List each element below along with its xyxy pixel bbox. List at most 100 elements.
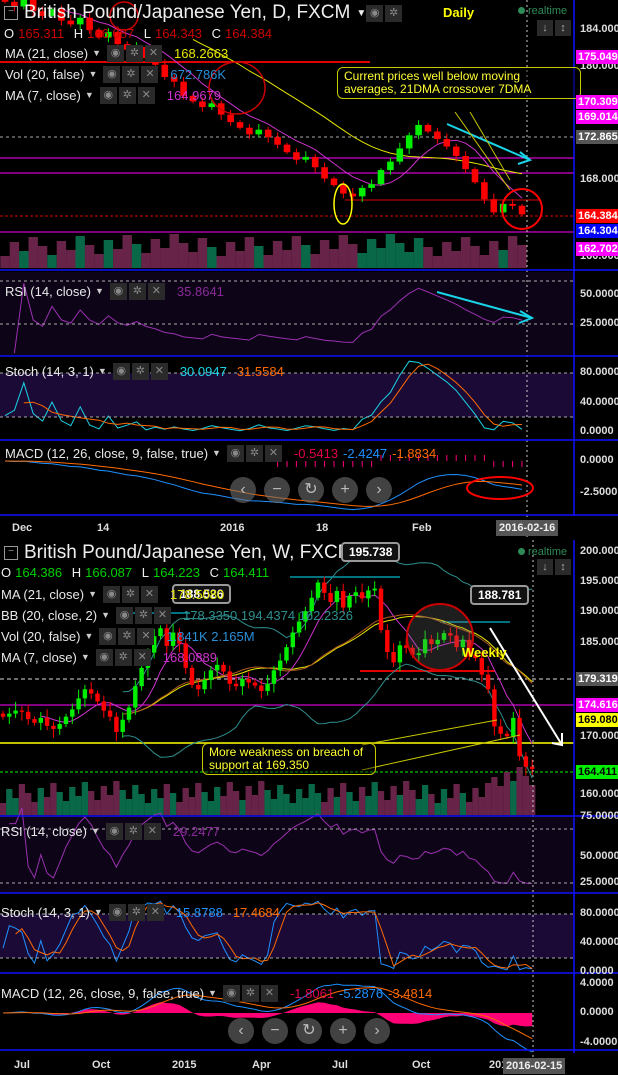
nav-zoom-in-button[interactable]: + [332,477,358,503]
weekly-candle [221,664,226,672]
close-icon[interactable]: ✕ [146,903,164,921]
eye-icon[interactable]: ◉ [107,44,125,62]
weekly-rsi-legend[interactable]: RSI (14, close) ▼ ◉ ✲ ✕ 29.2477 [1,822,220,840]
collapse-icon[interactable]: − [4,6,18,20]
chevron-down-icon[interactable]: ▼ [89,69,98,79]
close-icon[interactable]: ✕ [141,585,159,603]
nav-next-button[interactable]: › [364,1018,390,1044]
daily-annotation[interactable]: Current prices well below moving average… [337,67,581,99]
daily-indicator-legend[interactable]: MA (7, close) ▼ ◉ ✲ ✕ 164.9679 [5,86,221,104]
gear-icon[interactable]: ✲ [114,648,132,666]
nav-prev-button[interactable]: ‹ [228,1018,254,1044]
chevron-down-icon[interactable]: ▼ [208,988,217,998]
eye-icon[interactable]: ◉ [95,648,113,666]
eye-icon[interactable]: ◉ [99,627,117,645]
weekly-annotation[interactable]: More weakness on breach of support at 16… [202,743,376,775]
close-icon[interactable]: ✕ [137,627,155,645]
gear-icon[interactable]: ✲ [135,606,153,624]
chevron-down-icon[interactable]: ▼ [81,652,90,662]
nav-zoom-out-button[interactable]: − [264,477,290,503]
daily-chart-title[interactable]: − British Pound/Japanese Yen, D, FXCM ▼ … [0,2,404,24]
eye-icon[interactable]: ◉ [103,585,121,603]
daily-indicator-legend[interactable]: MA (21, close) ▼ ◉ ✲ ✕ 168.2663 [5,44,228,62]
gear-icon[interactable]: ✲ [122,65,140,83]
eye-icon[interactable]: ◉ [222,984,240,1002]
gear-icon[interactable]: ✲ [126,44,144,62]
chevron-down-icon[interactable]: ▼ [92,48,101,58]
daily-price-tag: 164.304 [576,224,618,238]
c-label: C [209,565,220,580]
chevron-down-icon[interactable]: ▼ [356,8,366,19]
collapse-icon[interactable]: − [4,546,18,560]
weekly-macd-legend[interactable]: MACD (12, 26, close, 9, false, true) ▼ ◉ ✲… [1,984,432,1002]
gear-icon[interactable]: ✲ [124,822,142,840]
gear-icon[interactable]: ✲ [241,984,259,1002]
close-icon[interactable]: ✕ [147,282,165,300]
close-icon[interactable]: ✕ [137,86,155,104]
gear-icon[interactable]: ✲ [385,4,403,22]
chevron-down-icon[interactable]: ▼ [212,448,221,458]
nav-prev-button[interactable]: ‹ [230,477,256,503]
eye-icon[interactable]: ◉ [112,362,130,380]
close-icon[interactable]: ✕ [141,65,159,83]
weekly-stoch-legend[interactable]: Stoch (14, 3, 1) ▼ ◉ ✲ ✕ 15.8788 17.4684 [1,903,280,921]
weekly-volume-bar [453,784,460,815]
daily-macd-legend[interactable]: MACD (12, 26, close, 9, false, true) ▼ ◉ ✲… [5,444,436,462]
nav-reset-button[interactable]: ↻ [296,1018,322,1044]
chevron-down-icon[interactable]: ▼ [101,610,110,620]
eye-icon[interactable]: ◉ [109,282,127,300]
eye-icon[interactable]: ◉ [366,4,384,22]
price-axis-label: 0.0000 [580,1006,614,1018]
close-icon[interactable]: ✕ [264,444,282,462]
close-icon[interactable]: ✕ [143,822,161,840]
close-icon[interactable]: ✕ [154,606,172,624]
close-icon[interactable]: ✕ [133,648,151,666]
weekly-chart-title[interactable]: − British Pound/Japanese Yen, W, FXCM ▼ [0,542,369,564]
nav-zoom-out-button[interactable]: − [262,1018,288,1044]
chevron-down-icon[interactable]: ▼ [98,366,107,376]
weekly-indicator-legend[interactable]: Vol (20, false) ▼ ◉ ✲ ✕ 1.841K 2.165M [1,627,255,645]
weekly-indicator-legend[interactable]: MA (21, close) ▼ ◉ ✲ ✕ 178.5080 [1,585,224,603]
callout-high-jun-2015[interactable]: 195.738 [341,542,401,562]
chevron-down-icon[interactable]: ▼ [94,907,103,917]
gear-icon[interactable]: ✲ [127,903,145,921]
nav-zoom-in-button[interactable]: + [330,1018,356,1044]
eye-icon[interactable]: ◉ [226,444,244,462]
gear-icon[interactable]: ✲ [128,282,146,300]
eye-icon[interactable]: ◉ [116,606,134,624]
gear-icon[interactable]: ✲ [118,86,136,104]
scroll-down-icon[interactable]: ↓ [537,559,553,575]
gear-icon[interactable]: ✲ [122,585,140,603]
daily-indicator-legend[interactable]: Vol (20, false) ▼ ◉ ✲ ✕ 672.786K [5,65,226,83]
eye-icon[interactable]: ◉ [108,903,126,921]
scale-icon[interactable]: ↕ [555,20,571,36]
eye-icon[interactable]: ◉ [99,86,117,104]
indicator-label: Vol (20, false) [1,628,81,644]
chevron-down-icon[interactable]: ▼ [95,286,104,296]
nav-next-button[interactable]: › [366,477,392,503]
chevron-down-icon[interactable]: ▼ [88,589,97,599]
scale-icon[interactable]: ↕ [555,559,571,575]
chevron-down-icon[interactable]: ▼ [91,826,100,836]
daily-rsi-legend[interactable]: RSI (14, close) ▼ ◉ ✲ ✕ 35.8641 [5,282,224,300]
weekly-indicator-legend[interactable]: BB (20, close, 2) ▼ ◉ ✲ ✕ 178.3350 194.4374 1… [1,606,353,624]
close-icon[interactable]: ✕ [145,44,163,62]
chevron-down-icon[interactable]: ▼ [85,631,94,641]
scroll-down-icon[interactable]: ↓ [537,20,553,36]
weekly-candle [51,725,56,729]
daily-stoch-legend[interactable]: Stoch (14, 3, 1) ▼ ◉ ✲ ✕ 30.0947 31.5584 [5,362,284,380]
gear-icon[interactable]: ✲ [245,444,263,462]
weekly-volume-bar [169,793,177,815]
weekly-indicator-legend[interactable]: MA (7, close) ▼ ◉ ✲ ✕ 168.0889 [1,648,217,666]
daily-candle [443,139,451,147]
weekly-volume-bar [258,781,265,815]
close-icon[interactable]: ✕ [260,984,278,1002]
callout-high-nov-2015[interactable]: 188.781 [470,585,530,605]
eye-icon[interactable]: ◉ [105,822,123,840]
close-icon[interactable]: ✕ [150,362,168,380]
eye-icon[interactable]: ◉ [103,65,121,83]
chevron-down-icon[interactable]: ▼ [85,90,94,100]
gear-icon[interactable]: ✲ [131,362,149,380]
gear-icon[interactable]: ✲ [118,627,136,645]
nav-reset-button[interactable]: ↻ [298,477,324,503]
